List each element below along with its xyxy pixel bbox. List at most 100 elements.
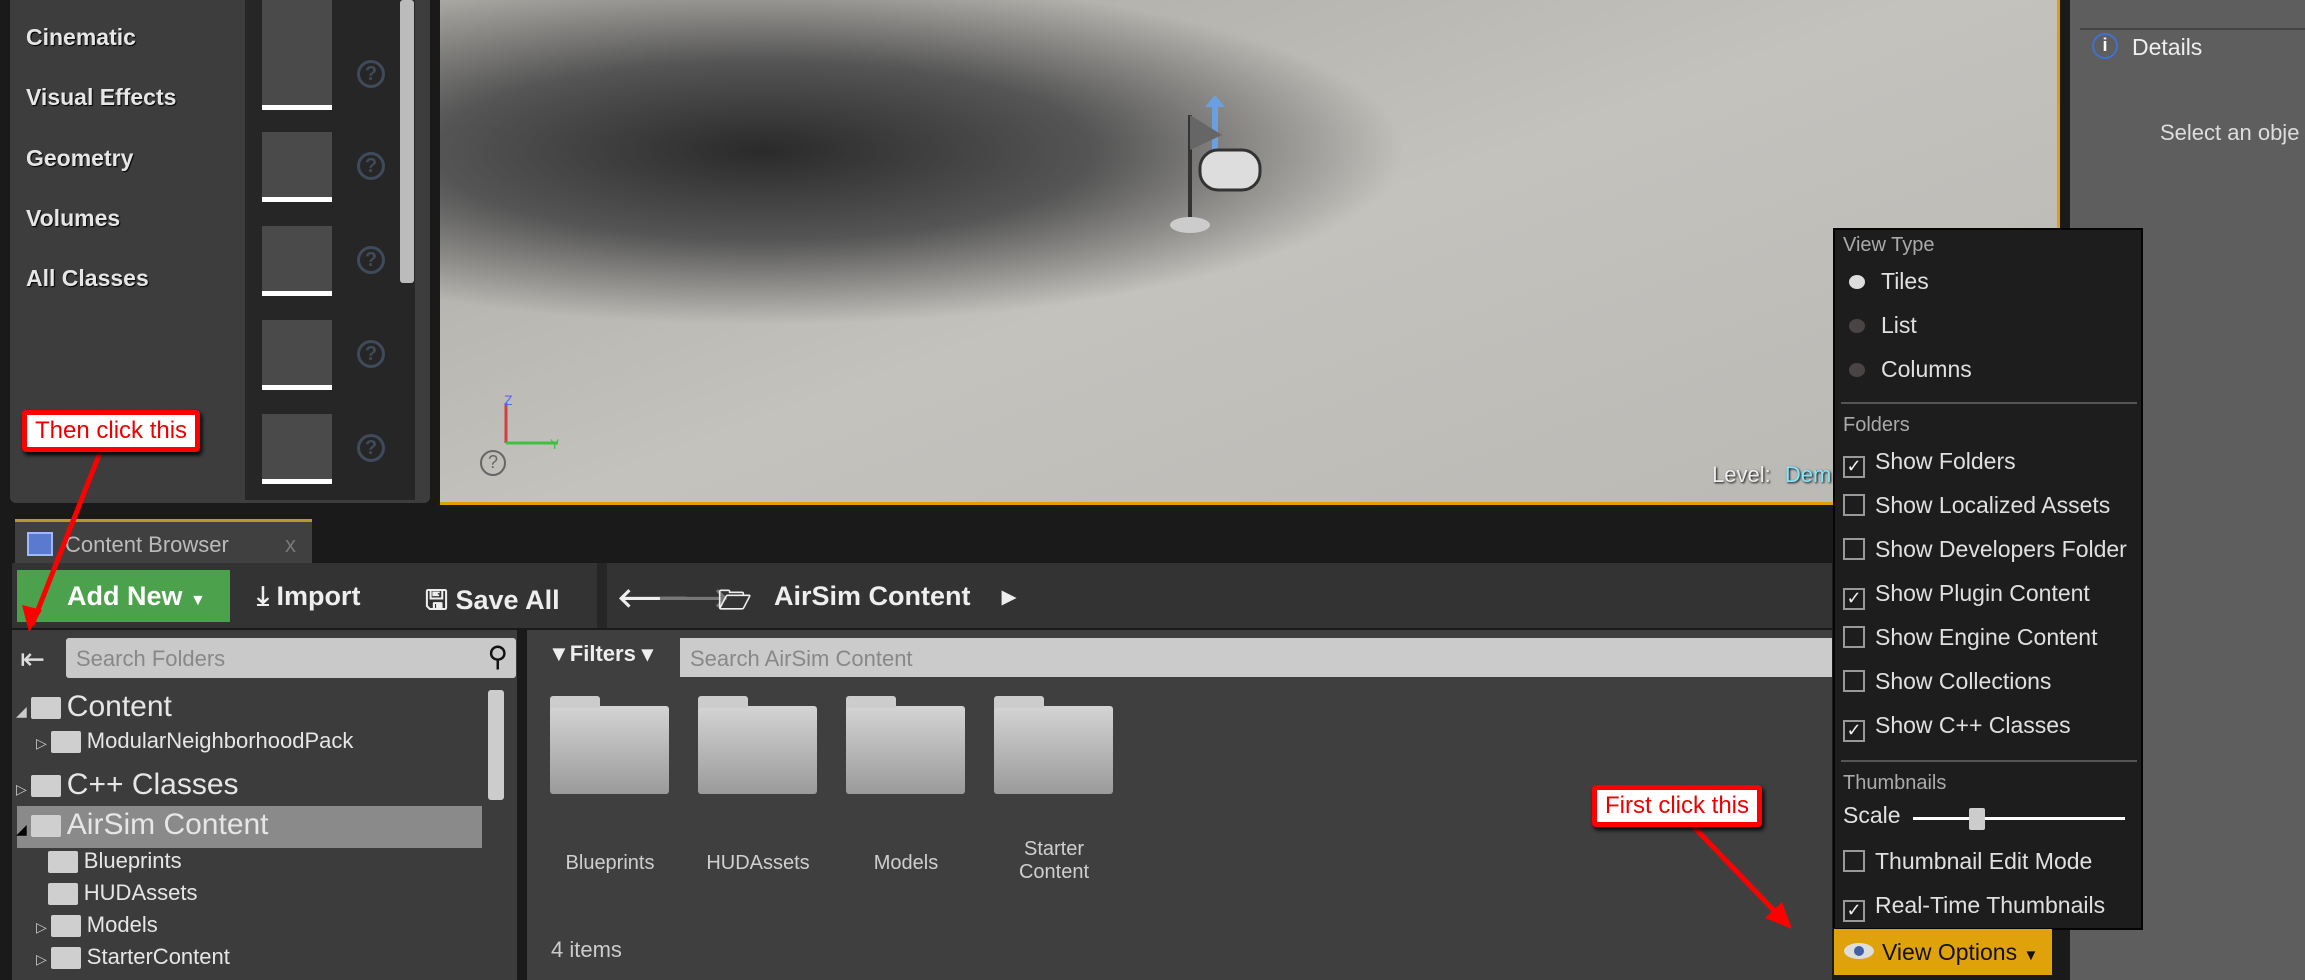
import-button[interactable]: ⤓ Import	[257, 581, 360, 613]
help-question-icon[interactable]: ?	[357, 60, 385, 88]
category-all-classes[interactable]: All Classes	[26, 265, 149, 292]
filters-button[interactable]: ▼Filters ▾	[548, 641, 653, 667]
folder-tree-item[interactable]: HUDAssets	[36, 880, 197, 906]
folder-tile-icon[interactable]	[994, 696, 1113, 794]
player-start-gizmo-icon[interactable]	[1160, 95, 1270, 240]
folder-tree-item[interactable]: ▷ StarterContent	[36, 944, 230, 970]
checkbox-unchecked-icon[interactable]	[1843, 626, 1865, 648]
cube-icon[interactable]	[262, 320, 332, 390]
import-icon: ⤓	[257, 581, 277, 611]
asset-tile-label[interactable]: HUDAssets	[693, 852, 823, 875]
collapsed-arrow-icon[interactable]: ▷	[36, 951, 47, 967]
toggle-sources-panel-icon[interactable]: ⇤	[20, 642, 45, 677]
viewport-help-icon[interactable]: ?	[480, 450, 506, 476]
asset-tile-label[interactable]: Starter Content	[999, 838, 1109, 884]
asset-tile-label[interactable]: Blueprints	[545, 852, 675, 875]
view-type-tiles[interactable]: Tiles	[1843, 268, 1929, 295]
folder-tree-item[interactable]: ▷ C++ Classes	[16, 768, 239, 802]
view-options-button[interactable]: View Options ▼	[1834, 929, 2052, 975]
place-panel-scrollbar[interactable]	[400, 0, 414, 283]
help-question-icon[interactable]: ?	[357, 340, 385, 368]
category-geometry[interactable]: Geometry	[26, 145, 133, 172]
scale-row: Scale	[1843, 802, 1901, 829]
collapsed-arrow-icon[interactable]: ▷	[16, 781, 27, 797]
asset-tile-label[interactable]: Models	[841, 852, 971, 875]
view-type-list[interactable]: List	[1843, 312, 1917, 339]
folder-tree-item[interactable]: ◢ AirSim Content	[16, 808, 269, 842]
menu-checkbox-show-collections[interactable]: Show Collections	[1843, 668, 2051, 695]
slider-handle[interactable]	[1968, 808, 1985, 830]
breadcrumb-chevron-icon[interactable]: ▸	[1002, 581, 1016, 612]
add-new-button[interactable]: Add New ▼	[17, 570, 230, 622]
thumbnail-scale-slider[interactable]	[1913, 808, 2125, 830]
folder-label: C++ Classes	[66, 768, 239, 801]
level-indicator: Level: Dem	[1712, 462, 1831, 488]
spacer[interactable]	[36, 887, 44, 903]
search-folders-placeholder: Search Folders	[76, 646, 226, 671]
category-volumes[interactable]: Volumes	[26, 205, 120, 232]
checkbox-checked-icon[interactable]: ✓	[1843, 720, 1865, 742]
breadcrumb-airsim-content[interactable]: AirSim Content	[774, 581, 971, 612]
checkbox-checked-icon[interactable]: ✓	[1843, 456, 1865, 478]
help-question-icon[interactable]: ?	[357, 434, 385, 462]
category-cinematic[interactable]: Cinematic	[26, 24, 136, 51]
level-viewport[interactable]: ZY ? Level: Dem	[440, 0, 2060, 505]
view-type-columns[interactable]: Columns	[1843, 356, 1972, 383]
folder-tree-item[interactable]: Blueprints	[36, 848, 182, 874]
add-new-label: Add New	[67, 581, 183, 611]
folder-tree-scrollbar[interactable]	[488, 690, 504, 800]
menu-checkbox-show-engine-content[interactable]: Show Engine Content	[1843, 624, 2098, 651]
menu-checkbox-show-folders[interactable]: ✓ Show Folders	[1843, 448, 2016, 478]
checkbox-unchecked-icon[interactable]	[1843, 538, 1865, 560]
expanded-arrow-icon[interactable]: ◢	[16, 821, 27, 837]
menu-checkbox-thumbnail-edit-mode[interactable]: Thumbnail Edit Mode	[1843, 848, 2092, 875]
checkbox-unchecked-icon[interactable]	[1843, 670, 1865, 692]
radio-icon	[1849, 363, 1865, 377]
player-start-icon[interactable]	[262, 226, 332, 296]
checkbox-checked-icon[interactable]: ✓	[1843, 588, 1865, 610]
spacer[interactable]	[36, 855, 44, 871]
checkbox-unchecked-icon[interactable]	[1843, 850, 1865, 872]
folder-tile-icon[interactable]	[550, 696, 669, 794]
close-tab-button[interactable]: x	[285, 532, 296, 558]
folder-tree-item[interactable]: ▷ Models	[36, 912, 158, 938]
collapsed-arrow-icon[interactable]: ▷	[36, 919, 47, 935]
content-browser-toolbar: ⤓ Import 🖫 Save All 🡐 🡒 🗁 AirSim Content…	[12, 563, 1832, 628]
menu-item-label: Columns	[1881, 356, 1972, 382]
folder-tree-item[interactable]: ▷ ModularNeighborhoodPack	[36, 728, 353, 754]
folder-tile-icon[interactable]	[846, 696, 965, 794]
menu-checkbox-show-developers-folder[interactable]: Show Developers Folder	[1843, 536, 2127, 563]
annotation-first-click-this: First click this	[1592, 785, 1762, 827]
help-question-icon[interactable]: ?	[357, 246, 385, 274]
menu-checkbox-real-time-thumbnails[interactable]: ✓ Real-Time Thumbnails	[1843, 892, 2105, 922]
menu-item-label: Show Plugin Content	[1875, 580, 2090, 606]
checkbox-checked-icon[interactable]: ✓	[1843, 900, 1865, 922]
point-light-icon[interactable]	[262, 132, 332, 202]
save-all-label: Save All	[455, 585, 560, 615]
eye-icon	[1844, 943, 1874, 959]
save-all-button[interactable]: 🖫 Save All	[425, 581, 560, 627]
expanded-arrow-icon[interactable]: ◢	[16, 703, 27, 719]
search-folders-input[interactable]: Search Folders ⚲	[66, 638, 516, 678]
level-name: Dem	[1784, 462, 1832, 487]
collapsed-arrow-icon[interactable]: ▷	[36, 735, 47, 751]
menu-checkbox-show-localized-assets[interactable]: Show Localized Assets	[1843, 492, 2110, 519]
menu-checkbox-show-plugin-content[interactable]: ✓ Show Plugin Content	[1843, 580, 2090, 610]
tab-content-browser[interactable]: Content Browser x	[15, 519, 312, 563]
filter-icon: ▼	[548, 641, 570, 666]
menu-checkbox-show-c-classes[interactable]: ✓ Show C++ Classes	[1843, 712, 2071, 742]
sphere-icon[interactable]	[262, 414, 332, 484]
folder-tree-item[interactable]: ◢ Content	[16, 690, 172, 724]
folder-label: Content	[66, 690, 172, 723]
checkbox-unchecked-icon[interactable]	[1843, 494, 1865, 516]
search-assets-input[interactable]: Search AirSim Content	[680, 638, 1832, 677]
pawn-icon[interactable]	[262, 40, 332, 110]
folder-tile-icon[interactable]	[698, 696, 817, 794]
menu-section-header: Thumbnails	[1843, 772, 1947, 794]
toolbar-divider	[597, 563, 607, 628]
folder-label: HUDAssets	[83, 880, 198, 905]
tab-details[interactable]: i Details	[2080, 28, 2305, 70]
details-info-icon: i	[2092, 33, 2118, 59]
help-question-icon[interactable]: ?	[357, 152, 385, 180]
category-visual-effects[interactable]: Visual Effects	[26, 84, 176, 111]
